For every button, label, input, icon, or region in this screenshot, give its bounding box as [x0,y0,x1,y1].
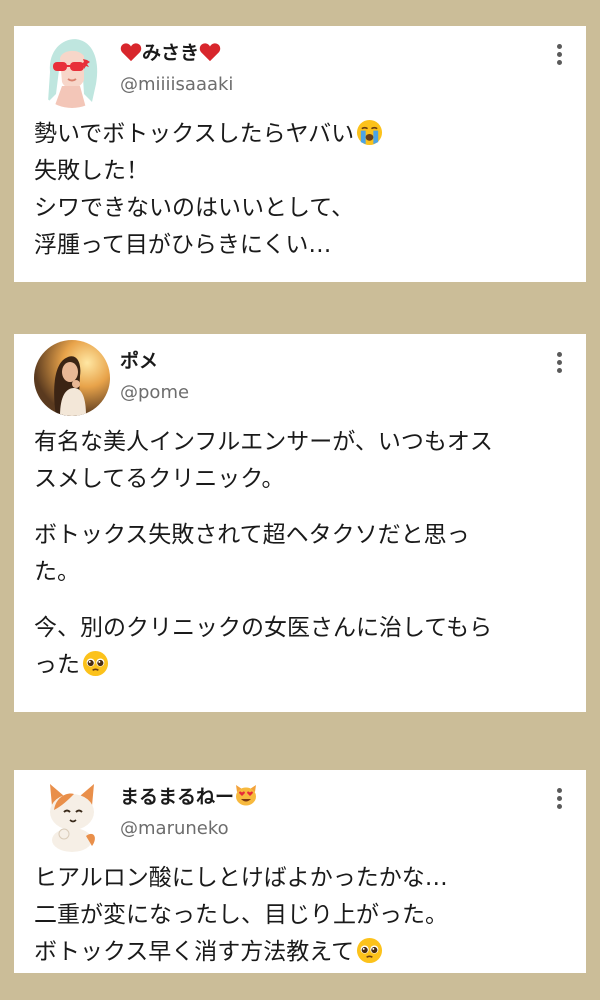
more-options-dot [556,804,562,809]
woman-photo-avatar-icon [34,340,110,416]
post-text: ヒアルロン酸にしとけばよかったかな… 二重が変になったし、目じり上がった。 ボト… [34,860,566,971]
user-name[interactable]: みさき [120,38,221,65]
user-handle[interactable]: @pome [120,382,189,403]
more-options-dot [556,60,562,65]
heart-eyes-cat-emoji-icon [236,785,257,806]
post-line: シワできないのはいいとして、 [34,195,355,221]
more-options-icon [556,352,562,357]
post-line-text: 勢いでボトックスしたらヤバい [34,121,355,147]
more-options-dot [556,360,562,365]
post-line: ボトックス早く消す方法教えて [34,934,566,971]
more-options-button[interactable] [554,352,564,378]
post-line: スメしてるクリニック。 [34,466,285,492]
girl-sunglasses-avatar-icon [34,32,110,108]
post-line: 有名な美人インフルエンサーが、いつもオス [34,429,493,455]
heart-icon [199,43,221,62]
post-line: 勢いでボトックスしたらヤバい [34,116,566,153]
post-text: 勢いでボトックスしたらヤバい 失敗した！ シワできないのはいいとして、 浮腫って… [34,116,566,264]
more-options-button[interactable] [554,44,564,70]
user-name-text: まるまるねー [120,786,235,808]
more-options-icon [556,788,562,793]
more-options-icon [556,44,562,49]
post-line-text: った [34,652,80,678]
post-line: 失敗した！ [34,158,149,184]
pleading-face-emoji-icon [357,937,383,964]
post-line: 浮腫って目がひらきにくい… [34,232,332,258]
pleading-face-emoji-icon [82,650,109,677]
post-text: 有名な美人インフルエンサーが、いつもオス スメしてるクリニック。 ボトックス失敗… [34,424,566,684]
more-options-dot [556,796,562,801]
post-line: 二重が変になったし、目じり上がった。 [34,902,448,928]
post-line: ヒアルロン酸にしとけばよかったかな… [34,865,448,891]
cat-avatar-icon [34,776,110,852]
post-line: 今、別のクリニックの女医さんに治してもら [34,615,493,641]
user-handle[interactable]: @miiiisaaaki [120,74,233,95]
more-options-dot [556,52,562,57]
post-line-text: ボトックス早く消す方法教えて [34,939,355,965]
post-line: ボトックス失敗されて超ヘタクソだと思っ [34,522,470,548]
post-paragraph: 有名な美人インフルエンサーが、いつもオス スメしてるクリニック。 [34,424,566,498]
post-line: った [34,647,566,684]
post-paragraph: 今、別のクリニックの女医さんに治してもら った [34,610,566,684]
user-name[interactable]: まるまるねー [120,782,258,809]
post-paragraph: ボトックス失敗されて超ヘタクソだと思っ た。 [34,517,566,591]
post-card: ポメ @pome 有名な美人インフルエンサーが、いつもオス スメしてるクリニック… [14,334,586,712]
more-options-dot [556,368,562,373]
post-card: みさき @miiiisaaaki 勢いでボトックスしたらヤバい 失敗した！ シワ… [14,26,586,282]
more-options-button[interactable] [554,788,564,814]
post-card: まるまるねー @maruneko ヒアルロン酸にしとけばよかったかな… 二重が変… [14,770,586,973]
user-handle[interactable]: @maruneko [120,818,229,839]
user-name-text: みさき [142,42,200,64]
post-line: た。 [34,559,80,585]
avatar[interactable] [34,340,110,416]
avatar[interactable] [34,32,110,108]
user-name[interactable]: ポメ [120,346,158,373]
heart-icon [120,43,142,62]
avatar[interactable] [34,776,110,852]
crying-face-emoji-icon [357,119,383,146]
